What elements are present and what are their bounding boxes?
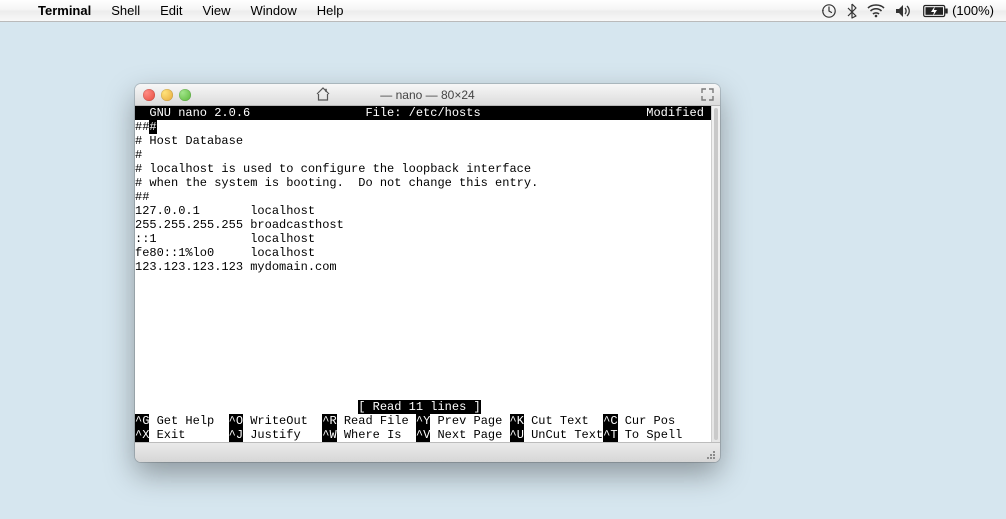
nano-shortcuts-row-1: ^G Get Help ^O WriteOut ^R Read File ^Y …: [135, 414, 711, 428]
file-line: ##: [135, 190, 711, 204]
battery-percent-text: (100%): [952, 3, 994, 18]
nano-shortcuts-row-2: ^X Exit ^J Justify ^W Where Is ^V Next P…: [135, 428, 711, 442]
window-resize-grip[interactable]: [703, 447, 715, 459]
file-line: [135, 358, 711, 372]
nano-status-message: [ Read 11 lines ]: [135, 400, 711, 414]
window-title: — nano — 80×24: [135, 88, 720, 102]
window-fullscreen-icon[interactable]: [701, 88, 714, 104]
file-line: [135, 344, 711, 358]
file-line: [135, 274, 711, 288]
file-line: [135, 302, 711, 316]
macos-menubar: Terminal Shell Edit View Window Help (10…: [0, 0, 1006, 22]
file-line: #: [135, 148, 711, 162]
file-line: [135, 330, 711, 344]
file-line: ::1 localhost: [135, 232, 711, 246]
file-line: # localhost is used to configure the loo…: [135, 162, 711, 176]
window-titlebar[interactable]: — nano — 80×24: [135, 84, 720, 106]
menu-edit[interactable]: Edit: [150, 3, 192, 18]
menubar-app-name[interactable]: Terminal: [28, 3, 101, 18]
scrollbar-thumb[interactable]: [714, 108, 718, 440]
file-line: ###: [135, 120, 711, 134]
file-line: # when the system is booting. Do not cha…: [135, 176, 711, 190]
file-line: [135, 288, 711, 302]
bluetooth-icon[interactable]: [847, 3, 857, 19]
menu-view[interactable]: View: [193, 3, 241, 18]
file-line: fe80::1%lo0 localhost: [135, 246, 711, 260]
terminal-scrollbar[interactable]: [711, 106, 720, 442]
terminal-window: — nano — 80×24 GNU nano 2.0.6 File: /etc…: [135, 84, 720, 462]
file-line: [135, 372, 711, 386]
file-line: 255.255.255.255 broadcasthost: [135, 218, 711, 232]
file-line: 123.123.123.123 mydomain.com: [135, 260, 711, 274]
menu-shell[interactable]: Shell: [101, 3, 150, 18]
file-line: # Host Database: [135, 134, 711, 148]
wifi-icon[interactable]: [867, 4, 885, 18]
terminal-content[interactable]: GNU nano 2.0.6 File: /etc/hosts Modified…: [135, 106, 711, 442]
file-line: [135, 316, 711, 330]
time-machine-icon[interactable]: [821, 3, 837, 19]
desktop: — nano — 80×24 GNU nano 2.0.6 File: /etc…: [0, 22, 1006, 519]
nano-header: GNU nano 2.0.6 File: /etc/hosts Modified: [135, 106, 711, 120]
menu-help[interactable]: Help: [307, 3, 354, 18]
file-line: [135, 386, 711, 400]
volume-icon[interactable]: [895, 4, 913, 18]
menu-window[interactable]: Window: [241, 3, 307, 18]
window-bottom-bar: [135, 442, 720, 462]
file-line: 127.0.0.1 localhost: [135, 204, 711, 218]
battery-icon[interactable]: (100%): [923, 3, 994, 18]
